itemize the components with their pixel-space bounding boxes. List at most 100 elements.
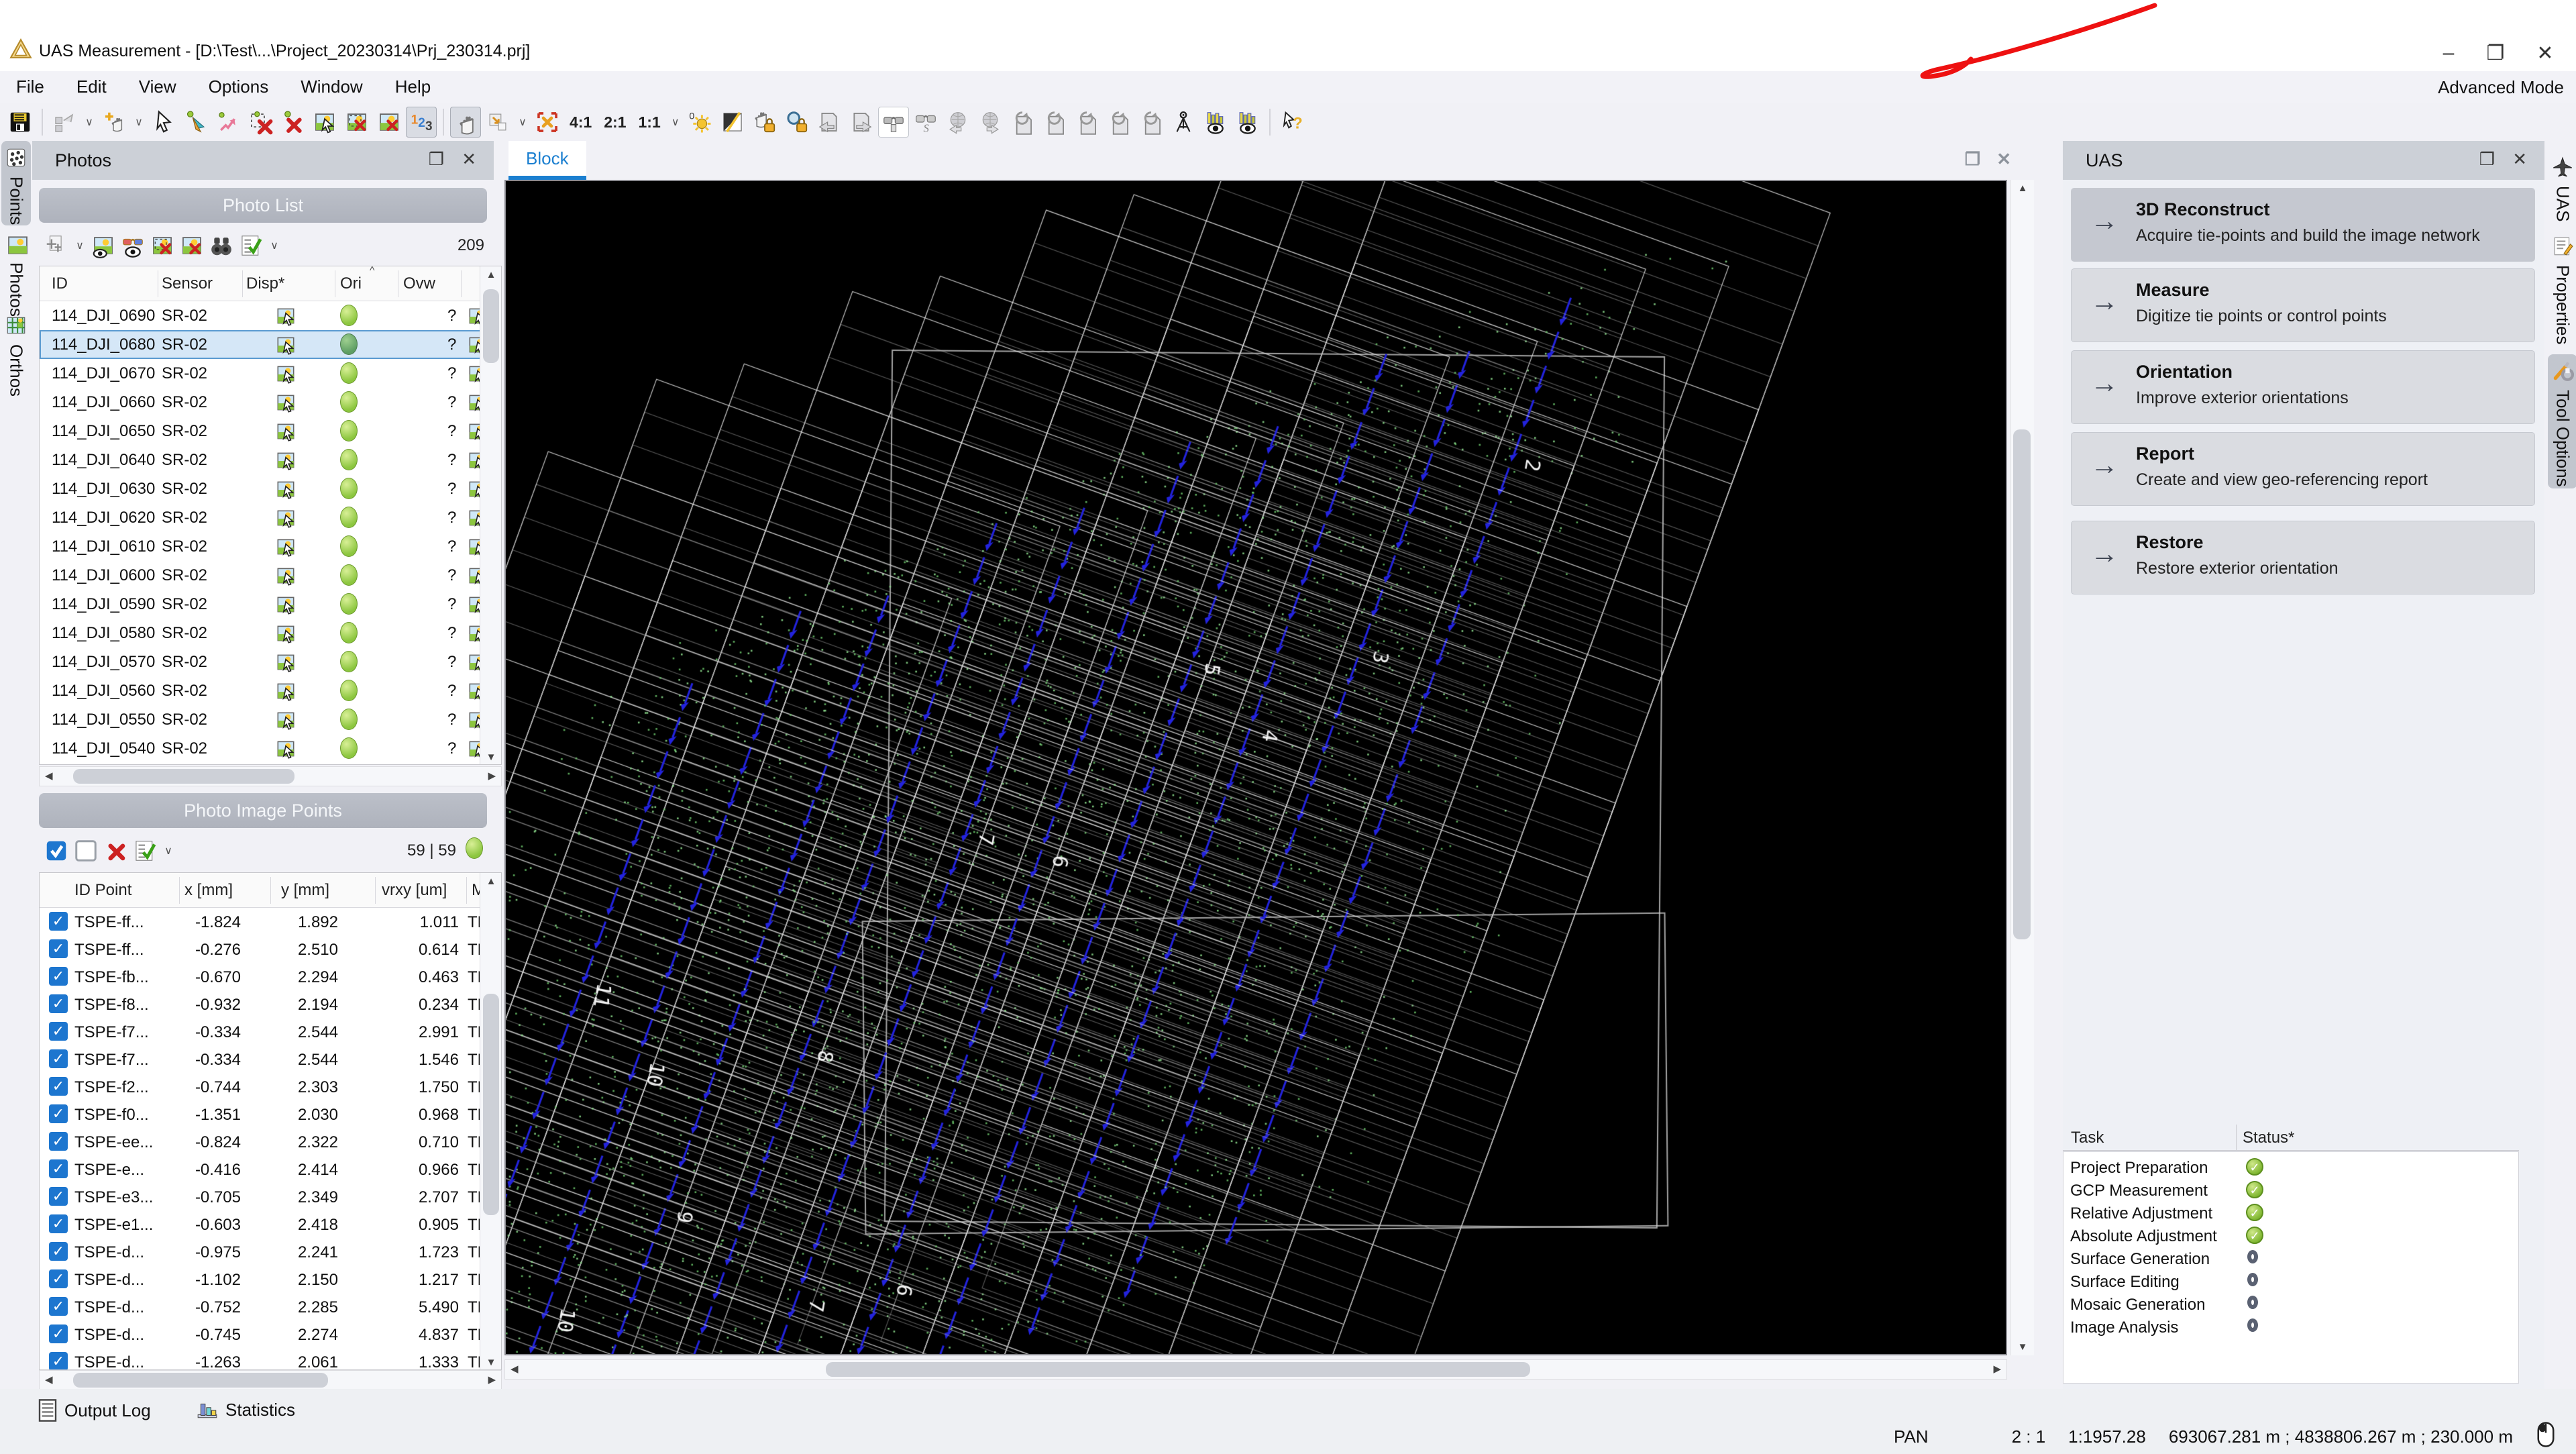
image-point-row[interactable]: ✓TSPE-d...-1.2632.0611.333TPC bbox=[40, 1348, 501, 1370]
col-Sensor[interactable]: Sensor bbox=[162, 274, 213, 293]
photo-row[interactable]: 114_DJI_0600SR-02? bbox=[40, 561, 501, 590]
point-checkbox[interactable]: ✓ bbox=[49, 1159, 68, 1178]
uas-action-report[interactable]: →ReportCreate and view geo-referencing r… bbox=[2071, 432, 2535, 506]
image-point-row[interactable]: ✓TSPE-d...-0.7522.2855.490TPC bbox=[40, 1293, 501, 1320]
dock-tab-points[interactable]: Points bbox=[1, 141, 31, 225]
tab-block[interactable]: Block bbox=[508, 141, 586, 180]
col-x[interactable]: x [mm] bbox=[184, 881, 233, 900]
image-point-row[interactable]: ✓TSPE-e...-0.4162.4140.966TPC bbox=[40, 1155, 501, 1183]
statistics-button[interactable]: Statistics bbox=[196, 1398, 295, 1421]
image-point-row[interactable]: ✓TSPE-f0...-1.3512.0300.968TPC bbox=[40, 1100, 501, 1128]
checklist-button[interactable] bbox=[131, 837, 159, 865]
task-row[interactable]: Relative Adjustment✓ bbox=[2063, 1202, 2518, 1225]
photo-row[interactable]: 114_DJI_0570SR-02? bbox=[40, 647, 501, 676]
dropdown-caret-icon[interactable]: ∨ bbox=[130, 115, 148, 129]
point-checkbox[interactable]: ✓ bbox=[49, 1132, 68, 1151]
help-cursor-button[interactable]: ? bbox=[1277, 107, 1307, 138]
lock-zoom-button[interactable] bbox=[782, 107, 812, 138]
binoculars-button[interactable] bbox=[207, 231, 235, 260]
point-checkbox[interactable]: ✓ bbox=[49, 1352, 68, 1370]
task-row[interactable]: Absolute Adjustment✓ bbox=[2063, 1225, 2518, 1247]
photo-row[interactable]: 114_DJI_0670SR-02? bbox=[40, 359, 501, 388]
export-tools-button[interactable] bbox=[49, 107, 80, 138]
photos-float-icon[interactable]: ❐ bbox=[429, 149, 444, 170]
image-point-row[interactable]: ✓TSPE-ee...-0.8242.3220.710TPC bbox=[40, 1128, 501, 1155]
image-point-row[interactable]: ✓TSPE-d...-0.9752.2411.723TPC bbox=[40, 1238, 501, 1265]
task-row[interactable]: Surface Editing bbox=[2063, 1270, 2518, 1293]
stereo-glasses-button[interactable] bbox=[878, 107, 909, 138]
brightness-button[interactable]: 0 bbox=[685, 107, 716, 138]
ids-toggle-button[interactable]: 123 bbox=[406, 107, 437, 138]
image-point-row[interactable]: ✓TSPE-fb...-0.6702.2940.463TPC bbox=[40, 963, 501, 990]
crosshair-photo-button[interactable] bbox=[42, 231, 70, 260]
dock-tab-orthos[interactable]: Orthos bbox=[1, 309, 31, 384]
photo-row[interactable]: 114_DJI_0690SR-02? bbox=[40, 301, 501, 330]
point-checkbox[interactable]: ✓ bbox=[49, 1269, 68, 1288]
rotate-1-button[interactable] bbox=[1007, 107, 1038, 138]
output-log-button[interactable]: Output Log bbox=[38, 1398, 151, 1422]
zoom-window-button[interactable] bbox=[482, 107, 513, 138]
uas-action-restore[interactable]: →RestoreRestore exterior orientation bbox=[2071, 521, 2535, 594]
menu-view[interactable]: View bbox=[123, 71, 193, 103]
check-on-button[interactable] bbox=[42, 837, 70, 865]
zoom-extents-button[interactable] bbox=[532, 107, 563, 138]
menu-file[interactable]: File bbox=[0, 71, 60, 103]
point-checkbox[interactable]: ✓ bbox=[49, 912, 68, 931]
photo-row[interactable]: 114_DJI_0560SR-02? bbox=[40, 676, 501, 705]
photo-row[interactable]: 114_DJI_0630SR-02? bbox=[40, 474, 501, 503]
uas-float-icon[interactable]: ❐ bbox=[2479, 149, 2495, 170]
task-row[interactable]: Surface Generation bbox=[2063, 1247, 2518, 1270]
image-point-row[interactable]: ✓TSPE-f7...-0.3342.5441.546TPC bbox=[40, 1045, 501, 1073]
photo-delete-marquee-button[interactable] bbox=[341, 107, 372, 138]
image-point-row[interactable]: ✓TSPE-ff...-1.8241.8921.011TPC bbox=[40, 908, 501, 935]
dropdown-caret-icon[interactable]: ∨ bbox=[80, 115, 98, 129]
point-checkbox[interactable]: ✓ bbox=[49, 1242, 68, 1261]
lock-pan-button[interactable] bbox=[749, 107, 780, 138]
point-checkbox[interactable]: ✓ bbox=[49, 1187, 68, 1206]
zoom-1-1-button[interactable]: 1:1 bbox=[633, 107, 666, 138]
photo-row[interactable]: 114_DJI_0650SR-02? bbox=[40, 417, 501, 446]
photo-row[interactable]: 114_DJI_0550SR-02? bbox=[40, 705, 501, 734]
viewer-float-icon[interactable]: ❐ bbox=[1965, 149, 1980, 170]
image-point-row[interactable]: ✓TSPE-f2...-0.7442.3031.750TPC bbox=[40, 1073, 501, 1100]
point-checkbox[interactable]: ✓ bbox=[49, 994, 68, 1013]
photo-delete-button[interactable] bbox=[374, 107, 405, 138]
contrast-button[interactable] bbox=[717, 107, 748, 138]
col-ID[interactable]: ID Point bbox=[74, 881, 131, 900]
col-y[interactable]: y [mm] bbox=[281, 881, 329, 900]
photo-list-vscrollbar[interactable]: ▲▼ bbox=[480, 266, 501, 765]
hist-eye-off-button[interactable] bbox=[1232, 107, 1263, 138]
globe-prev-button[interactable] bbox=[943, 107, 973, 138]
menu-window[interactable]: Window bbox=[284, 71, 378, 103]
point-checkbox[interactable]: ✓ bbox=[49, 1104, 68, 1123]
photo-next-button[interactable] bbox=[846, 107, 877, 138]
col-Ovw[interactable]: Ovw bbox=[403, 274, 435, 293]
image-point-row[interactable]: ✓TSPE-f8...-0.9322.1940.234TPC bbox=[40, 990, 501, 1018]
close-button[interactable]: ✕ bbox=[2525, 42, 2565, 65]
col-ID[interactable]: ID bbox=[52, 274, 68, 293]
select-cursor-button[interactable] bbox=[148, 107, 179, 138]
save-button[interactable] bbox=[5, 107, 36, 138]
uas-action-measure[interactable]: →MeasureDigitize tie points or control p… bbox=[2071, 268, 2535, 342]
photo-row[interactable]: 114_DJI_0580SR-02? bbox=[40, 619, 501, 647]
point-checkbox[interactable]: ✓ bbox=[49, 1049, 68, 1068]
point-checkbox[interactable]: ✓ bbox=[49, 967, 68, 986]
block-view[interactable] bbox=[504, 180, 2007, 1355]
dropdown-caret-icon[interactable]: ∨ bbox=[667, 115, 684, 129]
image-point-row[interactable]: ✓TSPE-e3...-0.7052.3492.707TPC bbox=[40, 1183, 501, 1210]
pan-hand-button[interactable] bbox=[450, 107, 481, 138]
stereo-glasses-alt-button[interactable]: S bbox=[910, 107, 941, 138]
dropdown-caret-icon[interactable]: ∨ bbox=[266, 239, 283, 252]
hist-eye-on-button[interactable] bbox=[1200, 107, 1231, 138]
col-vrxy[interactable]: vrxy [um] bbox=[382, 881, 447, 900]
point-checkbox[interactable]: ✓ bbox=[49, 1214, 68, 1233]
viewer-hscrollbar[interactable]: ◀ ▶ bbox=[504, 1359, 2007, 1380]
dock-tab-properties[interactable]: Properties bbox=[2548, 229, 2576, 348]
image-point-row[interactable]: ✓TSPE-d...-0.7452.2744.837TPC bbox=[40, 1320, 501, 1348]
dropdown-caret-icon[interactable]: ∨ bbox=[71, 239, 89, 252]
rotate-5-button[interactable] bbox=[1136, 107, 1167, 138]
rotate-4-button[interactable] bbox=[1104, 107, 1134, 138]
viewer-close-icon[interactable]: ✕ bbox=[1996, 149, 2011, 170]
point-checkbox[interactable]: ✓ bbox=[49, 1022, 68, 1041]
photo-row[interactable]: 114_DJI_0540SR-02? bbox=[40, 734, 501, 763]
